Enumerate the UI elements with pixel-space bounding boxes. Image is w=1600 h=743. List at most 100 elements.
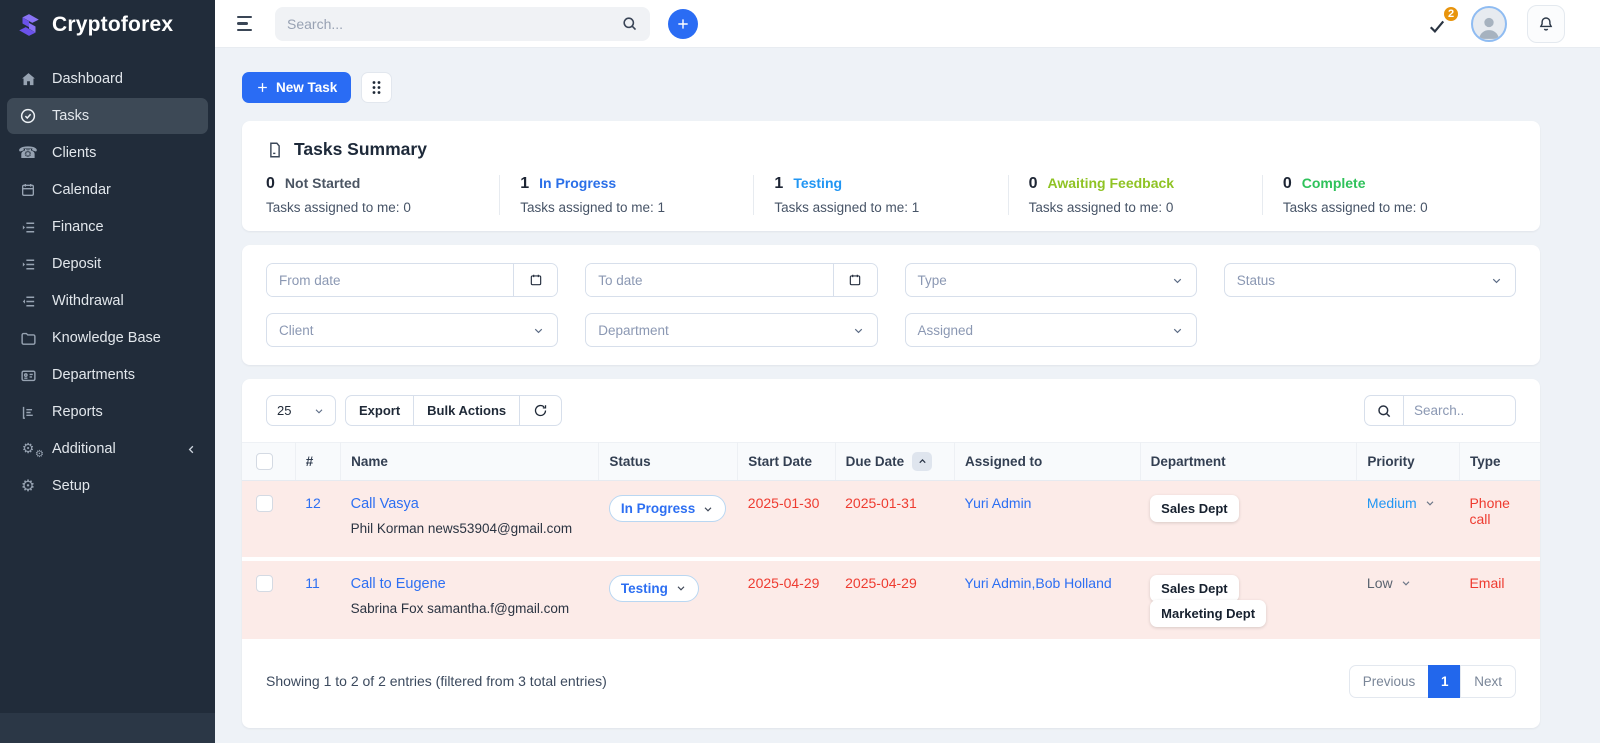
sidebar-item-departments[interactable]: Departments: [7, 357, 208, 393]
sidebar-item-label: Knowledge Base: [52, 330, 161, 346]
due-date: 2025-01-31: [845, 495, 917, 511]
priority-dropdown[interactable]: Medium: [1367, 495, 1436, 511]
assigned-to-link[interactable]: Yuri Admin,Bob Holland: [965, 575, 1112, 591]
column-header-department[interactable]: Department: [1140, 442, 1358, 481]
sort-asc-icon[interactable]: [912, 452, 933, 471]
from-date-input[interactable]: [267, 264, 514, 296]
column-header-type[interactable]: Type: [1459, 442, 1540, 481]
table-search-input[interactable]: [1404, 395, 1516, 426]
menu-toggle-button[interactable]: [237, 15, 257, 32]
row-checkbox[interactable]: [256, 574, 273, 592]
chevron-down-icon: [852, 324, 865, 337]
summary-assigned: Tasks assigned to me: 0: [1282, 200, 1428, 215]
sidebar-item-calendar[interactable]: Calendar: [7, 172, 208, 208]
sidebar-nav: Dashboard Tasks ☎ Clients Calendar Finan…: [0, 50, 215, 505]
gears-icon: ⚙ ⚙: [21, 441, 44, 460]
summary-label: Complete: [1301, 175, 1366, 191]
sidebar-item-label: Departments: [52, 367, 136, 383]
app-root: Cryptoforex Dashboard Tasks ☎ Clients Ca…: [0, 0, 1600, 743]
sidebar-item-withdrawal[interactable]: Withdrawal: [7, 283, 208, 319]
client-filter[interactable]: Client: [266, 313, 559, 347]
table-search-button[interactable]: [1364, 395, 1404, 426]
page-size-select[interactable]: 25: [266, 395, 336, 426]
refresh-button[interactable]: [519, 395, 563, 426]
table-footer: Showing 1 to 2 of 2 entries (filtered fr…: [242, 643, 1540, 722]
sidebar-item-label: Clients: [52, 145, 97, 161]
sidebar-item-label: Calendar: [52, 182, 111, 198]
due-date-label: Due Date: [845, 454, 905, 469]
page-1-button[interactable]: 1: [1428, 664, 1462, 698]
table-row: 12 Call Vasya Phil Korman news53904@gmai…: [242, 480, 1540, 559]
pagination: Previous 1 Next: [1348, 664, 1516, 698]
sidebar-item-tasks[interactable]: Tasks: [7, 98, 208, 134]
status-filter[interactable]: Status: [1223, 263, 1516, 297]
tasks-summary-card: Tasks Summary 0 Not Started Tasks assigne…: [242, 121, 1540, 231]
from-date-calendar-button[interactable]: [513, 264, 558, 296]
sidebar-item-dashboard[interactable]: Dashboard: [7, 61, 208, 97]
sidebar-item-label: Dashboard: [52, 71, 123, 87]
sidebar-item-deposit[interactable]: Deposit: [7, 246, 208, 282]
to-date-input[interactable]: [586, 264, 833, 296]
calendar-icon: [530, 274, 541, 286]
type-filter[interactable]: Type: [904, 263, 1197, 297]
search-input[interactable]: [287, 15, 613, 32]
sidebar-item-setup[interactable]: ⚙ Setup: [7, 468, 208, 504]
sidebar-item-finance[interactable]: Finance: [7, 209, 208, 245]
chevron-down-icon: [1490, 274, 1503, 287]
column-header-status[interactable]: Status: [598, 442, 739, 481]
assigned-to-link[interactable]: Yuri Admin: [965, 495, 1032, 511]
column-header-name[interactable]: Name: [340, 442, 600, 481]
chevron-down-icon: [1400, 577, 1412, 589]
search-icon[interactable]: [621, 15, 638, 32]
department-filter[interactable]: Department: [585, 313, 878, 347]
gear-icon: ⚙: [20, 476, 36, 495]
new-task-button[interactable]: New Task: [242, 72, 352, 103]
topbar-right: 2: [1427, 4, 1565, 43]
quick-add-button[interactable]: [668, 8, 698, 39]
new-task-label: New Task: [276, 80, 338, 95]
column-header-assigned-to[interactable]: Assigned to: [954, 442, 1141, 481]
brand-logo-icon: [16, 12, 42, 38]
select-all-checkbox[interactable]: [256, 453, 273, 470]
table-row: 11 Call to Eugene Sabrina Fox samantha.f…: [242, 558, 1540, 641]
row-checkbox[interactable]: [256, 495, 273, 512]
sidebar-item-additional[interactable]: ⚙ ⚙ Additional: [7, 431, 208, 467]
status-dropdown[interactable]: In Progress: [608, 495, 727, 522]
column-settings-button[interactable]: [361, 72, 393, 103]
tasks-table-card: 25 Export Bulk Actions Search.. # Name S…: [242, 379, 1540, 728]
next-page-button[interactable]: Next: [1460, 664, 1516, 698]
approvals-indicator[interactable]: 2: [1427, 4, 1460, 36]
task-contact: Phil Korman news53904@gmail.com: [350, 521, 573, 536]
column-header-start-date[interactable]: Start Date: [737, 442, 836, 481]
sidebar-item-clients[interactable]: ☎ Clients: [7, 135, 208, 171]
task-name-link[interactable]: Call Vasya: [351, 496, 419, 512]
summary-assigned: Tasks assigned to me: 1: [774, 200, 920, 215]
content: New Task Tasks Summary 0 Not Started Task…: [215, 48, 1600, 743]
assigned-filter[interactable]: Assigned: [904, 313, 1197, 347]
priority-dropdown[interactable]: Low: [1367, 575, 1412, 591]
sidebar-item-reports[interactable]: Reports: [7, 394, 208, 430]
sidebar-item-label: Withdrawal: [52, 293, 124, 309]
column-header-id[interactable]: #: [295, 442, 342, 481]
column-header-priority[interactable]: Priority: [1356, 442, 1460, 481]
main-area: 2 New Task: [215, 0, 1600, 743]
previous-page-button[interactable]: Previous: [1348, 664, 1430, 698]
sidebar-item-label: Additional: [52, 441, 116, 457]
to-date-calendar-button[interactable]: [832, 264, 877, 296]
task-name-link[interactable]: Call to Eugene: [351, 576, 446, 592]
sidebar: Cryptoforex Dashboard Tasks ☎ Clients Ca…: [0, 0, 215, 743]
notifications-button[interactable]: [1527, 4, 1565, 43]
sidebar-item-knowledge-base[interactable]: Knowledge Base: [7, 320, 208, 356]
avatar[interactable]: [1471, 5, 1507, 42]
export-button[interactable]: Export: [345, 395, 415, 426]
priority-value: Low: [1366, 574, 1393, 591]
sidebar-footer: [0, 713, 215, 743]
summary-label: Awaiting Feedback: [1047, 175, 1175, 191]
bulk-actions-button[interactable]: Bulk Actions: [413, 395, 521, 426]
status-dropdown[interactable]: Testing: [608, 574, 699, 602]
to-date-filter: [585, 263, 878, 297]
task-type: Email: [1469, 574, 1505, 591]
brand[interactable]: Cryptoforex: [0, 0, 215, 50]
column-header-due-date[interactable]: Due Date: [835, 442, 956, 481]
type-filter-label: Type: [917, 272, 947, 288]
